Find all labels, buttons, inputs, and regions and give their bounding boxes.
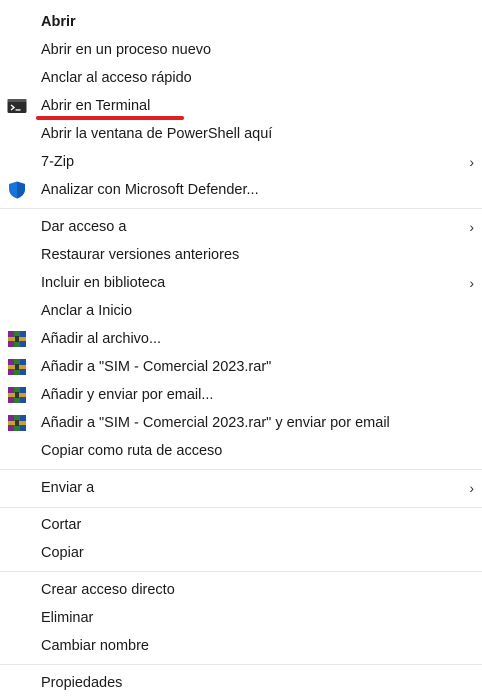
- menu-item-label: Abrir: [41, 14, 76, 30]
- menu-item-propiedades[interactable]: Propiedades: [0, 669, 482, 697]
- chevron-right-icon: ›: [469, 219, 474, 235]
- context-menu: Abrir Abrir en un proceso nuevo Anclar a…: [0, 0, 482, 691]
- chevron-right-icon: ›: [469, 275, 474, 291]
- menu-item-cambiar-nombre[interactable]: Cambiar nombre: [0, 632, 482, 660]
- menu-item-anadir-rar-enviar-email[interactable]: Añadir a "SIM - Comercial 2023.rar" y en…: [0, 409, 482, 437]
- menu-item-label: Copiar como ruta de acceso: [41, 443, 223, 459]
- menu-item-anadir-archivo[interactable]: Añadir al archivo...: [0, 325, 482, 353]
- menu-item-abrir[interactable]: Abrir: [0, 8, 482, 36]
- menu-item-anclar-inicio[interactable]: Anclar a Inicio: [0, 297, 482, 325]
- menu-item-label: Añadir al archivo...: [41, 331, 162, 347]
- menu-item-crear-acceso-directo[interactable]: Crear acceso directo: [0, 576, 482, 604]
- menu-separator: [0, 571, 482, 572]
- menu-separator: [0, 507, 482, 508]
- winrar-icon: [7, 358, 27, 376]
- menu-item-anclar-acceso-rapido[interactable]: Anclar al acceso rápido: [0, 64, 482, 92]
- menu-item-label: Crear acceso directo: [41, 582, 175, 598]
- menu-item-label: Abrir en un proceso nuevo: [41, 42, 212, 58]
- menu-item-enviar-a[interactable]: Enviar a ›: [0, 474, 482, 502]
- menu-item-label: Propiedades: [41, 675, 123, 691]
- menu-item-eliminar[interactable]: Eliminar: [0, 604, 482, 632]
- menu-item-label: Copiar: [41, 545, 84, 561]
- menu-item-label: Añadir a "SIM - Comercial 2023.rar": [41, 359, 272, 375]
- menu-item-cortar[interactable]: Cortar: [0, 511, 482, 539]
- menu-item-label: Restaurar versiones anteriores: [41, 247, 240, 263]
- menu-item-anadir-rar[interactable]: Añadir a "SIM - Comercial 2023.rar": [0, 353, 482, 381]
- menu-item-abrir-proceso-nuevo[interactable]: Abrir en un proceso nuevo: [0, 36, 482, 64]
- menu-item-analizar-defender[interactable]: Analizar con Microsoft Defender...: [0, 176, 482, 204]
- menu-item-restaurar-versiones[interactable]: Restaurar versiones anteriores: [0, 241, 482, 269]
- terminal-icon: [7, 97, 27, 115]
- menu-separator: [0, 208, 482, 209]
- chevron-right-icon: ›: [469, 154, 474, 170]
- defender-shield-icon: [7, 181, 27, 199]
- menu-separator: [0, 664, 482, 665]
- menu-item-anadir-enviar-email[interactable]: Añadir y enviar por email...: [0, 381, 482, 409]
- menu-item-label: 7-Zip: [41, 154, 75, 170]
- winrar-icon: [7, 386, 27, 404]
- menu-item-copiar[interactable]: Copiar: [0, 539, 482, 567]
- menu-item-label: Añadir a "SIM - Comercial 2023.rar" y en…: [41, 415, 390, 431]
- menu-item-copiar-ruta[interactable]: Copiar como ruta de acceso: [0, 437, 482, 465]
- winrar-icon: [7, 330, 27, 348]
- menu-separator: [0, 469, 482, 470]
- menu-item-dar-acceso[interactable]: Dar acceso a ›: [0, 213, 482, 241]
- menu-item-label: Cortar: [41, 517, 82, 533]
- menu-item-label: Incluir en biblioteca: [41, 275, 166, 291]
- menu-item-label: Analizar con Microsoft Defender...: [41, 182, 259, 198]
- menu-item-label: Anclar al acceso rápido: [41, 70, 192, 86]
- menu-item-label: Abrir la ventana de PowerShell aquí: [41, 126, 273, 142]
- menu-item-label: Eliminar: [41, 610, 94, 626]
- menu-item-label: Dar acceso a: [41, 219, 127, 235]
- menu-item-label: Anclar a Inicio: [41, 303, 133, 319]
- menu-item-abrir-powershell[interactable]: Abrir la ventana de PowerShell aquí: [0, 120, 482, 148]
- winrar-icon: [7, 414, 27, 432]
- menu-item-incluir-biblioteca[interactable]: Incluir en biblioteca ›: [0, 269, 482, 297]
- menu-item-7zip[interactable]: 7-Zip ›: [0, 148, 482, 176]
- chevron-right-icon: ›: [469, 480, 474, 496]
- menu-item-label: Enviar a: [41, 480, 95, 496]
- menu-item-label: Cambiar nombre: [41, 638, 149, 654]
- menu-item-label: Añadir y enviar por email...: [41, 387, 214, 403]
